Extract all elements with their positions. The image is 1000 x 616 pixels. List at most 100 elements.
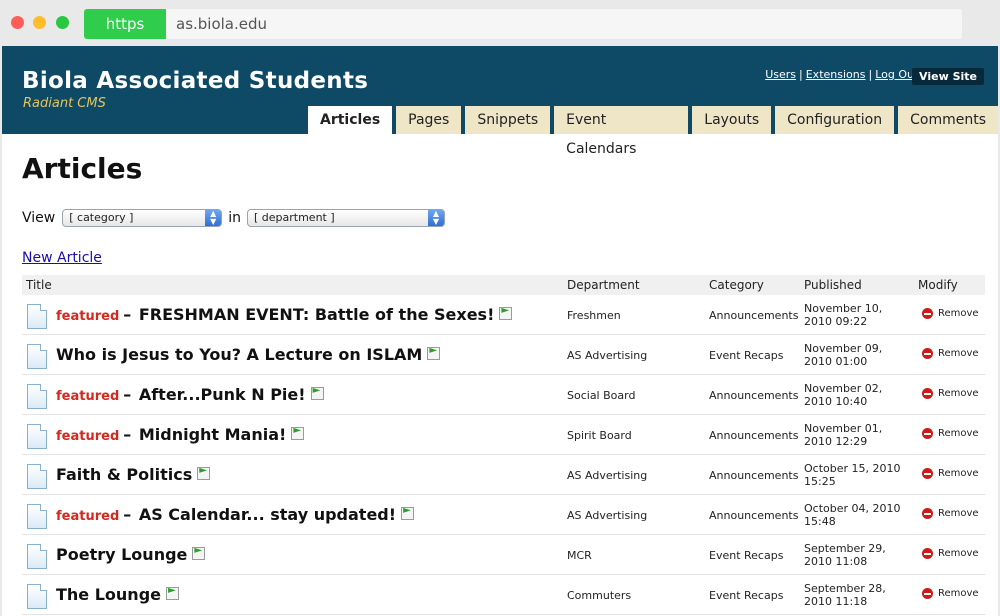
open-article-icon[interactable] — [310, 385, 324, 400]
article-title-text[interactable]: Faith & Politics — [56, 465, 192, 484]
remove-button[interactable]: Remove — [922, 468, 979, 479]
department-select[interactable]: [ department ] ▲ ▼ — [247, 209, 445, 227]
view-label: View — [22, 210, 56, 226]
tab-layouts[interactable]: Layouts — [692, 106, 772, 134]
col-title: Title — [26, 278, 52, 292]
table-row: featured– After...Punk N Pie! Social Boar… — [22, 375, 985, 415]
select-arrows-icon: ▲ ▼ — [205, 210, 222, 226]
featured-label: featured — [56, 429, 120, 444]
open-article-icon[interactable] — [499, 305, 513, 320]
remove-button[interactable]: Remove — [922, 508, 979, 519]
article-title-text[interactable]: Midnight Mania! — [139, 425, 286, 444]
article-title[interactable]: Who is Jesus to You? A Lecture on ISLAM — [56, 345, 441, 364]
remove-icon — [922, 468, 933, 479]
view-site-button[interactable]: View Site — [912, 68, 984, 85]
remove-button[interactable]: Remove — [922, 308, 979, 319]
article-title[interactable]: featured – After...Punk N Pie! — [56, 385, 324, 404]
article-category: Event Recaps — [709, 549, 784, 562]
published-time: 2010 11:18 — [804, 595, 868, 608]
table-row: featured– AS Calendar... stay updated!AS… — [22, 495, 985, 535]
article-department: Social Board — [567, 389, 636, 402]
article-title-text[interactable]: Who is Jesus to You? A Lecture on ISLAM — [56, 345, 422, 364]
article-title-text[interactable]: FRESHMAN EVENT: Battle of the Sexes! — [139, 305, 495, 324]
in-label: in — [228, 210, 241, 226]
remove-button[interactable]: Remove — [922, 548, 979, 559]
article-title[interactable]: featured – AS Calendar... stay updated! — [56, 505, 415, 524]
article-category: Event Recaps — [709, 589, 784, 602]
remove-button[interactable]: Remove — [922, 388, 979, 399]
title-separator: – — [123, 425, 137, 444]
article-title[interactable]: The Lounge — [56, 585, 179, 604]
article-department: Freshmen — [567, 309, 621, 322]
browser-chrome: https as.biola.edu — [0, 0, 1000, 46]
maximize-window-button[interactable] — [56, 16, 69, 29]
table-body: featured – FRESHMAN EVENT: Battle of the … — [22, 295, 985, 615]
article-published: November 02, 2010 10:40 — [804, 382, 914, 408]
open-article-icon[interactable] — [401, 505, 415, 520]
table-row: Poetry Lounge MCR Event Recaps September 29… — [22, 535, 985, 575]
minimize-window-button[interactable] — [33, 16, 46, 29]
extensions-link[interactable]: Extensions — [806, 68, 866, 81]
article-published: November 09, 2010 01:00 — [804, 342, 914, 368]
col-published: Published — [804, 278, 862, 292]
site-subtitle: Radiant CMS — [23, 96, 106, 111]
tab-comments[interactable]: Comments — [898, 106, 998, 134]
published-time: 15:25 — [804, 475, 836, 488]
page-document-icon — [27, 464, 47, 489]
open-article-icon[interactable] — [197, 465, 211, 480]
published-date: October 15, 2010 — [804, 462, 901, 475]
close-window-button[interactable] — [11, 16, 24, 29]
col-category: Category — [709, 278, 764, 292]
tab-articles[interactable]: Articles — [308, 106, 393, 134]
new-article-link[interactable]: New Article — [22, 250, 102, 266]
tab-event-calendars[interactable]: Event Calendars — [554, 106, 689, 157]
article-title[interactable]: Poetry Lounge — [56, 545, 206, 564]
article-department: MCR — [567, 549, 592, 562]
radiant-cms-app: Biola Associated Students Radiant CMS Us… — [2, 46, 998, 616]
tab-snippets[interactable]: Snippets — [465, 106, 551, 134]
article-title-text[interactable]: AS Calendar... stay updated! — [139, 505, 396, 524]
article-title[interactable]: featured – FRESHMAN EVENT: Battle of the … — [56, 305, 513, 324]
open-article-icon[interactable] — [166, 585, 179, 600]
tab-configuration[interactable]: Configuration — [775, 106, 895, 134]
article-published: September 29, 2010 11:08 — [804, 542, 914, 568]
open-article-icon[interactable] — [291, 425, 305, 440]
article-title[interactable]: featured – Midnight Mania! — [56, 425, 305, 444]
page-title: Articles — [22, 152, 143, 185]
url-text[interactable]: as.biola.edu — [176, 9, 267, 39]
published-time: 2010 12:29 — [804, 435, 868, 448]
title-separator: – — [123, 305, 137, 324]
article-title-text[interactable]: Poetry Lounge — [56, 545, 187, 564]
remove-label: Remove — [938, 388, 979, 399]
article-department: AS Advertising — [567, 469, 648, 482]
open-article-icon[interactable] — [192, 545, 206, 560]
article-title-text[interactable]: After...Punk N Pie! — [139, 385, 306, 404]
open-article-icon[interactable] — [427, 345, 441, 360]
published-time: 2010 01:00 — [804, 355, 868, 368]
table-row: featured – FRESHMAN EVENT: Battle of the … — [22, 295, 985, 335]
published-date: October 04, 2010 — [804, 502, 901, 515]
remove-label: Remove — [938, 508, 979, 519]
published-date: November 10, — [804, 302, 883, 315]
page-document-icon — [27, 424, 47, 449]
article-title-text[interactable]: The Lounge — [56, 585, 161, 604]
tab-pages[interactable]: Pages — [396, 106, 462, 134]
category-select[interactable]: [ category ] ▲ ▼ — [62, 209, 223, 227]
table-row: The Lounge Commuters Event Recaps September… — [22, 575, 985, 615]
remove-button[interactable]: Remove — [922, 588, 979, 599]
article-title[interactable]: Faith & Politics — [56, 465, 211, 484]
published-time: 2010 09:22 — [804, 315, 868, 328]
article-department: Spirit Board — [567, 429, 632, 442]
published-date: September 29, — [804, 542, 886, 555]
department-select-value: [ department ] — [254, 211, 335, 224]
category-select-value: [ category ] — [69, 211, 134, 224]
remove-button[interactable]: Remove — [922, 348, 979, 359]
article-category: Announcements — [709, 309, 799, 322]
address-bar[interactable]: https as.biola.edu — [84, 9, 962, 39]
article-department: AS Advertising — [567, 349, 648, 362]
remove-button[interactable]: Remove — [922, 428, 979, 439]
featured-label: featured — [56, 309, 120, 324]
remove-label: Remove — [938, 548, 979, 559]
users-link[interactable]: Users — [765, 68, 796, 81]
remove-label: Remove — [938, 428, 979, 439]
